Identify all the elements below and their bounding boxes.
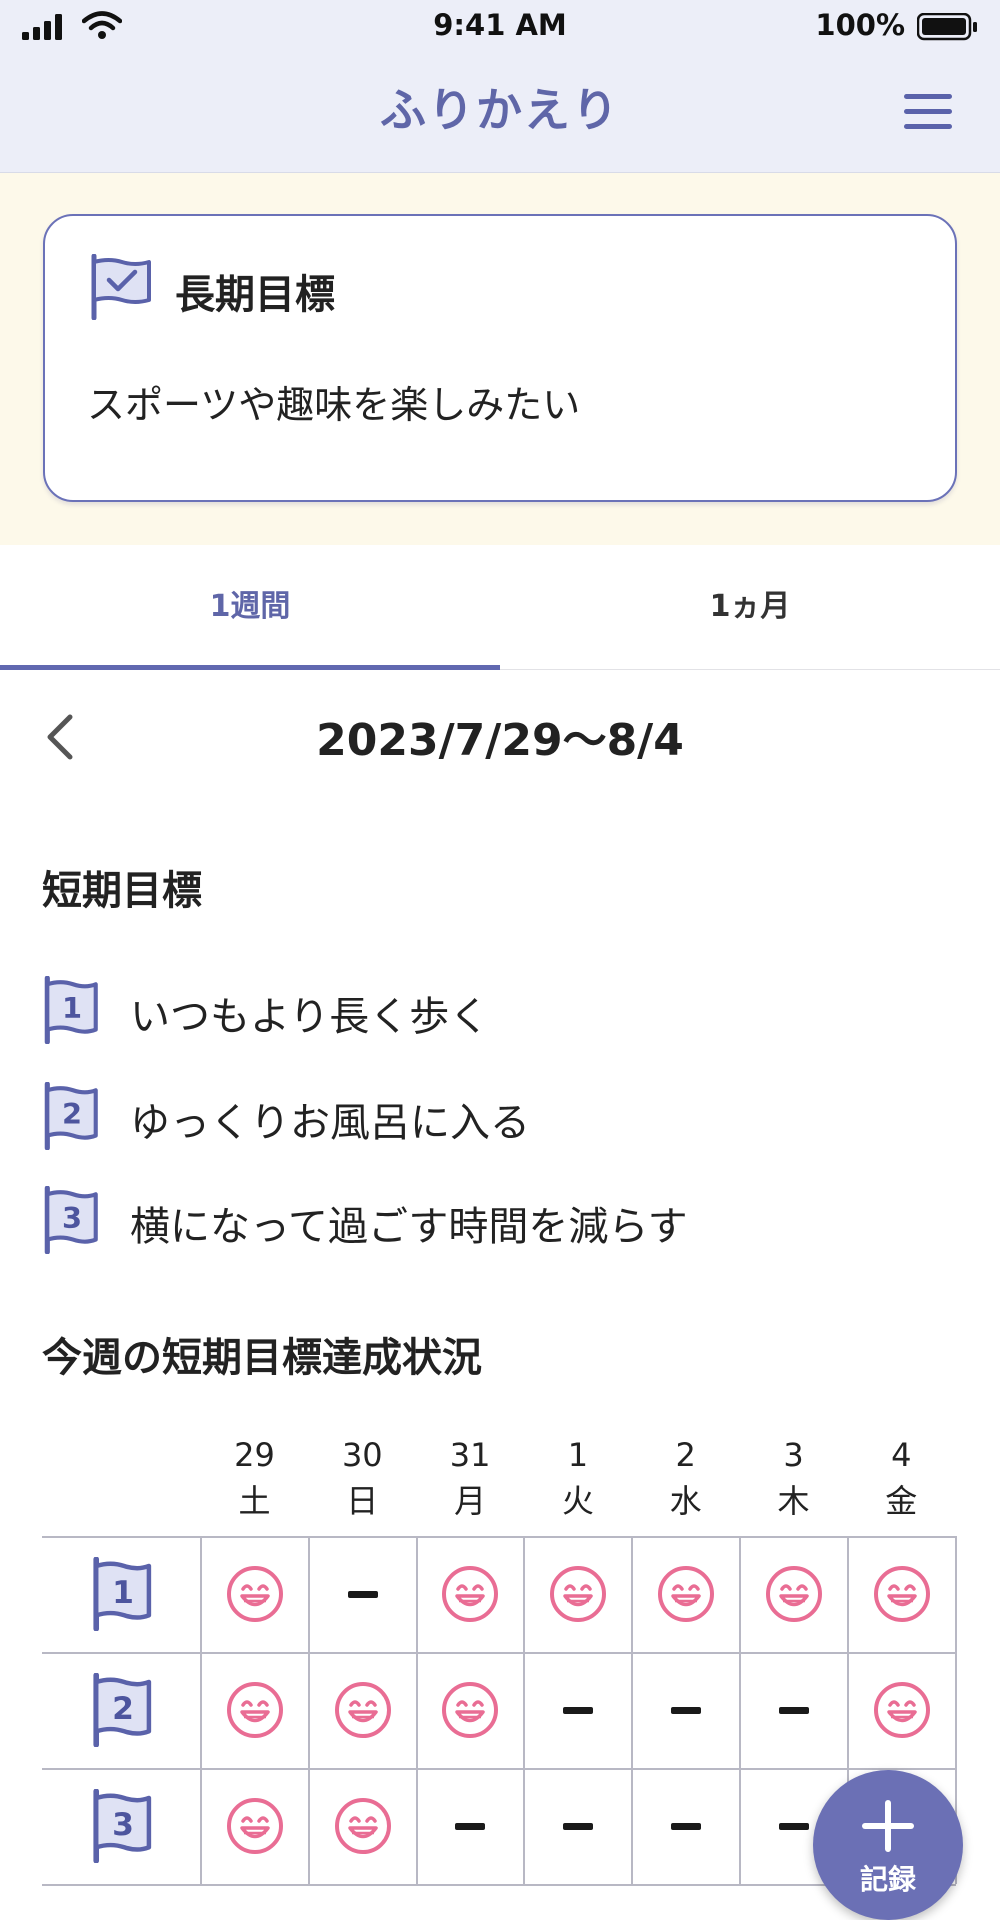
smile-icon bbox=[873, 1682, 930, 1738]
day-weekday: 日 bbox=[346, 1482, 379, 1520]
smile-icon bbox=[873, 1566, 930, 1622]
status-cell[interactable] bbox=[417, 1768, 525, 1884]
status-cell[interactable] bbox=[524, 1768, 632, 1884]
tab-1-week[interactable]: 1週間 bbox=[0, 545, 500, 669]
dash-icon bbox=[455, 1822, 486, 1830]
day-weekday: 土 bbox=[238, 1482, 271, 1520]
status-cell[interactable] bbox=[632, 1652, 740, 1768]
goal-number: 1 bbox=[112, 1575, 134, 1611]
status-cell[interactable] bbox=[417, 1536, 525, 1652]
smile-icon bbox=[226, 1682, 283, 1738]
dash-icon bbox=[671, 1706, 702, 1714]
smile-icon bbox=[226, 1798, 283, 1854]
smile-icon bbox=[442, 1682, 499, 1738]
day-date: 3 bbox=[783, 1436, 804, 1474]
day-date: 2 bbox=[675, 1436, 696, 1474]
day-weekday: 水 bbox=[669, 1482, 702, 1520]
status-bar: 9:41 AM 100% bbox=[0, 0, 1000, 52]
day-date: 4 bbox=[891, 1436, 912, 1474]
goal-flag-icon: 2 bbox=[44, 1081, 98, 1151]
goal-number: 2 bbox=[62, 1097, 82, 1131]
status-cell[interactable] bbox=[309, 1536, 417, 1652]
goal-flag-icon: 3 bbox=[92, 1789, 151, 1863]
goal-flag-icon: 2 bbox=[92, 1673, 151, 1747]
week-range: 2023/7/29〜8/4 bbox=[316, 715, 684, 766]
status-cell[interactable] bbox=[201, 1768, 309, 1884]
day-header: 3木 bbox=[740, 1432, 847, 1524]
row-goal-flag: 1 bbox=[42, 1536, 201, 1652]
period-tabs: 1週間 1ヵ月 bbox=[0, 545, 1000, 670]
day-header: 2水 bbox=[632, 1432, 739, 1524]
short-term-goals-title: 短期目標 bbox=[42, 868, 202, 914]
smile-icon bbox=[765, 1566, 822, 1622]
row-goal-flag: 2 bbox=[42, 1652, 201, 1768]
day-date: 1 bbox=[567, 1436, 589, 1474]
day-header: 4金 bbox=[848, 1432, 955, 1524]
status-cell[interactable] bbox=[524, 1652, 632, 1768]
day-date: 30 bbox=[341, 1436, 383, 1474]
status-cell[interactable] bbox=[201, 1652, 309, 1768]
day-header: 29 土 bbox=[201, 1432, 308, 1524]
goal-number: 3 bbox=[62, 1201, 82, 1235]
day-header: 30 日 bbox=[309, 1432, 416, 1524]
short-term-goal-text: 横になって過ごす時間を減らす bbox=[130, 1204, 688, 1250]
day-date: 31 bbox=[449, 1436, 491, 1474]
smile-icon bbox=[550, 1566, 607, 1622]
day-header: 1火 bbox=[524, 1432, 631, 1524]
status-cell[interactable] bbox=[632, 1768, 740, 1884]
record-button-label: 記録 bbox=[859, 1863, 916, 1896]
dash-icon bbox=[347, 1590, 378, 1598]
menu-icon bbox=[904, 94, 952, 129]
status-cell[interactable] bbox=[524, 1536, 632, 1652]
dash-icon bbox=[778, 1822, 809, 1830]
row-goal-flag: 3 bbox=[42, 1768, 201, 1884]
goal-flag-icon: 3 bbox=[44, 1185, 98, 1255]
short-term-goal-text: ゆっくりお風呂に入る bbox=[130, 1100, 530, 1146]
long-term-goal-text: スポーツや趣味を楽しみたい bbox=[87, 383, 581, 427]
day-header: 31 月 bbox=[417, 1432, 524, 1524]
active-tab-indicator bbox=[0, 665, 500, 670]
dash-icon bbox=[563, 1706, 594, 1714]
battery-percent: 100% bbox=[815, 8, 905, 42]
status-cell[interactable] bbox=[632, 1536, 740, 1652]
goal-number: 2 bbox=[112, 1691, 134, 1727]
smile-icon bbox=[658, 1566, 715, 1622]
status-cell[interactable] bbox=[740, 1652, 848, 1768]
short-term-goal-text: いつもより長く歩く bbox=[130, 994, 490, 1040]
smile-icon bbox=[226, 1566, 283, 1622]
tab-1-month[interactable]: 1ヵ月 bbox=[500, 545, 1000, 669]
status-cell[interactable] bbox=[201, 1536, 309, 1652]
smile-icon bbox=[334, 1682, 391, 1738]
goal-flag-icon: 1 bbox=[92, 1557, 151, 1631]
day-weekday: 火 bbox=[561, 1482, 594, 1520]
status-cell[interactable] bbox=[740, 1536, 848, 1652]
dash-icon bbox=[671, 1822, 702, 1830]
page-title: ふりかえり bbox=[380, 83, 620, 137]
menu-button[interactable] bbox=[904, 94, 952, 134]
battery-icon bbox=[917, 13, 977, 41]
smile-icon bbox=[334, 1798, 391, 1854]
long-term-goal-card: 長期目標 スポーツや趣味を楽しみたい bbox=[43, 214, 957, 502]
app-header: ふりかえり bbox=[0, 52, 1000, 173]
day-weekday: 木 bbox=[777, 1482, 810, 1520]
smile-icon bbox=[442, 1566, 499, 1622]
day-date: 29 bbox=[234, 1436, 275, 1474]
status-cell[interactable] bbox=[309, 1652, 417, 1768]
status-cell[interactable] bbox=[848, 1536, 956, 1652]
long-term-goal-section: 長期目標 スポーツや趣味を楽しみたい bbox=[0, 173, 1000, 545]
record-button[interactable]: 記録 bbox=[813, 1770, 963, 1920]
dash-icon bbox=[563, 1822, 594, 1830]
goal-flag-check-icon bbox=[91, 254, 151, 320]
goal-number: 1 bbox=[62, 991, 82, 1025]
day-weekday: 月 bbox=[454, 1482, 487, 1520]
achievement-title: 今週の短期目標達成状況 bbox=[42, 1335, 482, 1381]
goal-number: 3 bbox=[112, 1807, 134, 1843]
dash-icon bbox=[778, 1706, 809, 1714]
status-cell[interactable] bbox=[417, 1652, 525, 1768]
long-term-goal-title: 長期目標 bbox=[175, 272, 335, 318]
status-cell[interactable] bbox=[309, 1768, 417, 1884]
day-weekday: 金 bbox=[885, 1482, 918, 1520]
status-cell[interactable] bbox=[848, 1652, 956, 1768]
goal-flag-icon: 1 bbox=[44, 975, 98, 1045]
